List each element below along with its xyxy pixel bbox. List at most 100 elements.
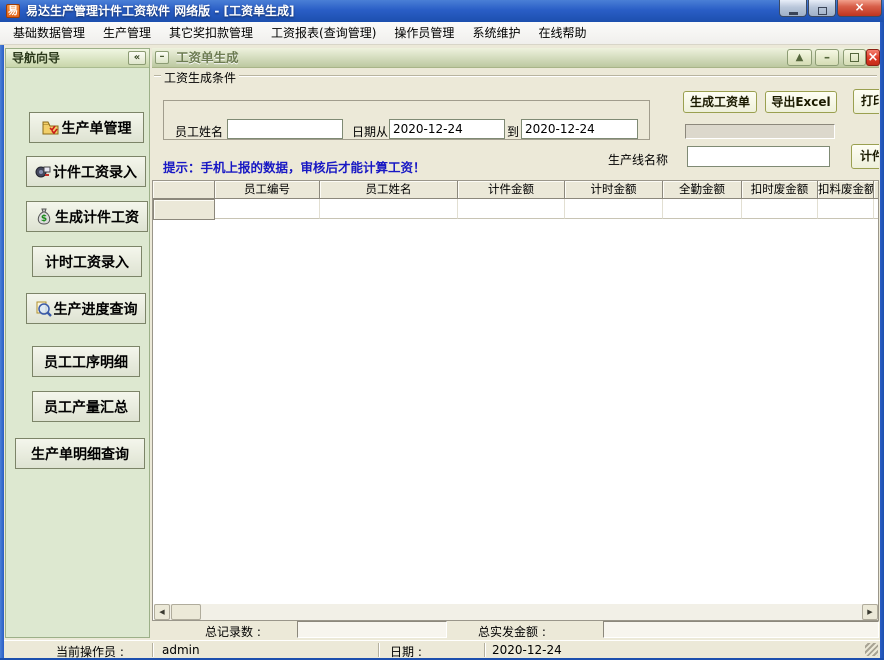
sidebar-item-employee-process-detail[interactable]: 员工工序明细 xyxy=(32,346,140,377)
horizontal-scrollbar[interactable]: ◀ ▶ xyxy=(154,604,878,620)
sidebar-item-generate-piece-wage[interactable]: $ 生成计件工资 xyxy=(26,201,148,232)
sidebar-item-label: 员工产量汇总 xyxy=(44,397,128,417)
minimize-button[interactable] xyxy=(779,0,807,17)
arrow-up-icon: ▲ xyxy=(796,52,804,63)
date-from-label: 日期从 xyxy=(352,123,388,140)
sidebar-item-label: 计时工资录入 xyxy=(45,252,129,272)
table-cell xyxy=(818,199,874,219)
total-paid-amount-label: 总实发金额 : xyxy=(478,623,546,640)
row-indicator-header xyxy=(153,181,215,199)
piece-wage-button[interactable]: 计件 xyxy=(851,144,879,169)
date-to-label: 到 xyxy=(507,123,519,140)
scroll-left-button[interactable]: ◀ xyxy=(154,604,170,620)
payroll-table: 员工编号 员工姓名 计件金额 计时金额 全勤金额 扣时废金额 扣料废金额 其它 … xyxy=(152,180,879,621)
menu-item-online-help[interactable]: 在线帮助 xyxy=(529,22,595,45)
minimize-icon: – xyxy=(824,50,830,64)
document-title: 工资单生成 xyxy=(176,48,239,68)
window-titlebar: 易 易达生产管理计件工资软件 网络版 - [工资单生成] × xyxy=(0,0,884,22)
sidebar-item-label: 生成计件工资 xyxy=(55,207,139,227)
document-restore-icon[interactable]: – xyxy=(155,51,169,64)
total-records-value xyxy=(297,621,447,638)
menu-item-system-maintenance[interactable]: 系统维护 xyxy=(463,22,529,45)
mdi-minimize-button[interactable]: – xyxy=(815,49,839,66)
column-header-time-waste-deduction[interactable]: 扣时废金额 xyxy=(742,181,818,199)
payroll-table-header: 员工编号 员工姓名 计件金额 计时金额 全勤金额 扣时废金额 扣料废金额 其它 xyxy=(153,181,879,199)
progress-display-field xyxy=(685,124,835,139)
table-cell xyxy=(215,199,320,219)
column-header-employee-id[interactable]: 员工编号 xyxy=(215,181,320,199)
sidebar-item-piece-wage-entry[interactable]: 计件工资录入 xyxy=(26,156,146,187)
sidebar-item-label: 生产进度查询 xyxy=(54,299,138,319)
resize-grip[interactable] xyxy=(865,643,878,656)
groupbox-divider xyxy=(154,75,877,77)
employee-name-label: 员工姓名 xyxy=(175,123,223,140)
column-header-time-amount[interactable]: 计时金额 xyxy=(565,181,663,199)
sidebar-item-production-order[interactable]: 生产单管理 xyxy=(29,112,144,143)
close-icon: × xyxy=(868,50,879,65)
document-tab-bar: – 工资单生成 xyxy=(152,48,879,68)
operator-value: admin xyxy=(162,643,200,657)
sidebar-item-label: 计件工资录入 xyxy=(53,162,137,182)
menu-item-wage-report[interactable]: 工资报表(查询管理) xyxy=(262,22,385,45)
table-cell xyxy=(742,199,818,219)
column-header-material-waste-deduction[interactable]: 扣料废金额 xyxy=(818,181,874,199)
sidebar-item-label: 员工工序明细 xyxy=(44,352,128,372)
menu-item-base-data[interactable]: 基础数据管理 xyxy=(4,22,94,45)
print-button[interactable]: 打印 xyxy=(853,89,879,114)
app-icon: 易 xyxy=(6,4,20,18)
table-cell xyxy=(663,199,742,219)
sidebar-caption: 导航向导 « xyxy=(6,49,149,68)
sidebar-item-production-progress-query[interactable]: 生产进度查询 xyxy=(26,293,146,324)
menu-item-production[interactable]: 生产管理 xyxy=(94,22,160,45)
table-row xyxy=(153,199,879,219)
date-from-input[interactable] xyxy=(389,119,505,139)
menu-item-bonus-deduction[interactable]: 其它奖扣款管理 xyxy=(160,22,262,45)
svg-text:$: $ xyxy=(41,214,47,224)
arrow-left-icon: ◀ xyxy=(159,608,164,616)
scrollbar-thumb[interactable] xyxy=(171,604,201,620)
mdi-maximize-button[interactable] xyxy=(843,49,866,66)
mdi-scroll-up-button[interactable]: ▲ xyxy=(787,49,812,66)
column-header-attendance-amount[interactable]: 全勤金额 xyxy=(663,181,742,199)
export-excel-button[interactable]: 导出Excel xyxy=(765,91,837,113)
total-records-label: 总记录数 : xyxy=(205,623,261,640)
sidebar-caption-label: 导航向导 xyxy=(12,51,60,65)
wage-conditions-section: 工资生成条件 员工姓名 日期从 到 生成工资单 导出Excel 打印 提示：手机… xyxy=(152,68,879,180)
generate-payroll-button[interactable]: 生成工资单 xyxy=(683,91,757,113)
hint-text: 提示：手机上报的数据，审核后才能计算工资！ xyxy=(163,157,426,176)
sidebar-item-label: 生产单管理 xyxy=(62,118,132,138)
maximize-icon xyxy=(850,53,859,62)
date-to-input[interactable] xyxy=(521,119,638,139)
menubar: 基础数据管理 生产管理 其它奖扣款管理 工资报表(查询管理) 操作员管理 系统维… xyxy=(0,22,884,45)
totals-strip: 总记录数 : 总实发金额 : xyxy=(152,621,879,639)
production-order-icon xyxy=(42,120,60,136)
close-button[interactable]: × xyxy=(837,0,882,17)
sidebar-item-label: 生产单明细查询 xyxy=(31,444,129,464)
production-line-input[interactable] xyxy=(687,146,830,167)
production-line-label: 生产线名称 xyxy=(608,151,668,168)
sidebar-item-employee-output-summary[interactable]: 员工产量汇总 xyxy=(32,391,140,422)
close-icon: × xyxy=(854,0,864,14)
column-header-other[interactable]: 其它 xyxy=(874,181,879,199)
maximize-button[interactable] xyxy=(808,0,836,17)
statusbar-divider xyxy=(378,643,380,657)
collapse-sidebar-button[interactable]: « xyxy=(128,51,146,65)
sidebar-item-time-wage-entry[interactable]: 计时工资录入 xyxy=(32,246,142,277)
scroll-right-button[interactable]: ▶ xyxy=(862,604,878,620)
employee-name-input[interactable] xyxy=(227,119,343,139)
money-bag-icon: $ xyxy=(35,208,53,226)
column-header-piece-amount[interactable]: 计件金额 xyxy=(458,181,565,199)
minimize-icon xyxy=(789,12,798,15)
table-cell xyxy=(320,199,458,219)
sidebar: 导航向导 « 生产单管理 计件工资录入 $ 生成计件工资 计时工资录入 生产进度… xyxy=(5,48,150,638)
groupbox-title: 工资生成条件 xyxy=(161,69,239,86)
mdi-close-button[interactable]: × xyxy=(866,49,880,66)
menu-item-operator[interactable]: 操作员管理 xyxy=(385,22,463,45)
date-value: 2020-12-24 xyxy=(492,643,562,657)
window-border-left xyxy=(0,45,4,658)
table-cell xyxy=(458,199,565,219)
column-header-employee-name[interactable]: 员工姓名 xyxy=(320,181,458,199)
sidebar-item-production-order-detail-query[interactable]: 生产单明细查询 xyxy=(15,438,145,469)
search-icon xyxy=(35,301,52,317)
statusbar-divider xyxy=(484,643,486,657)
